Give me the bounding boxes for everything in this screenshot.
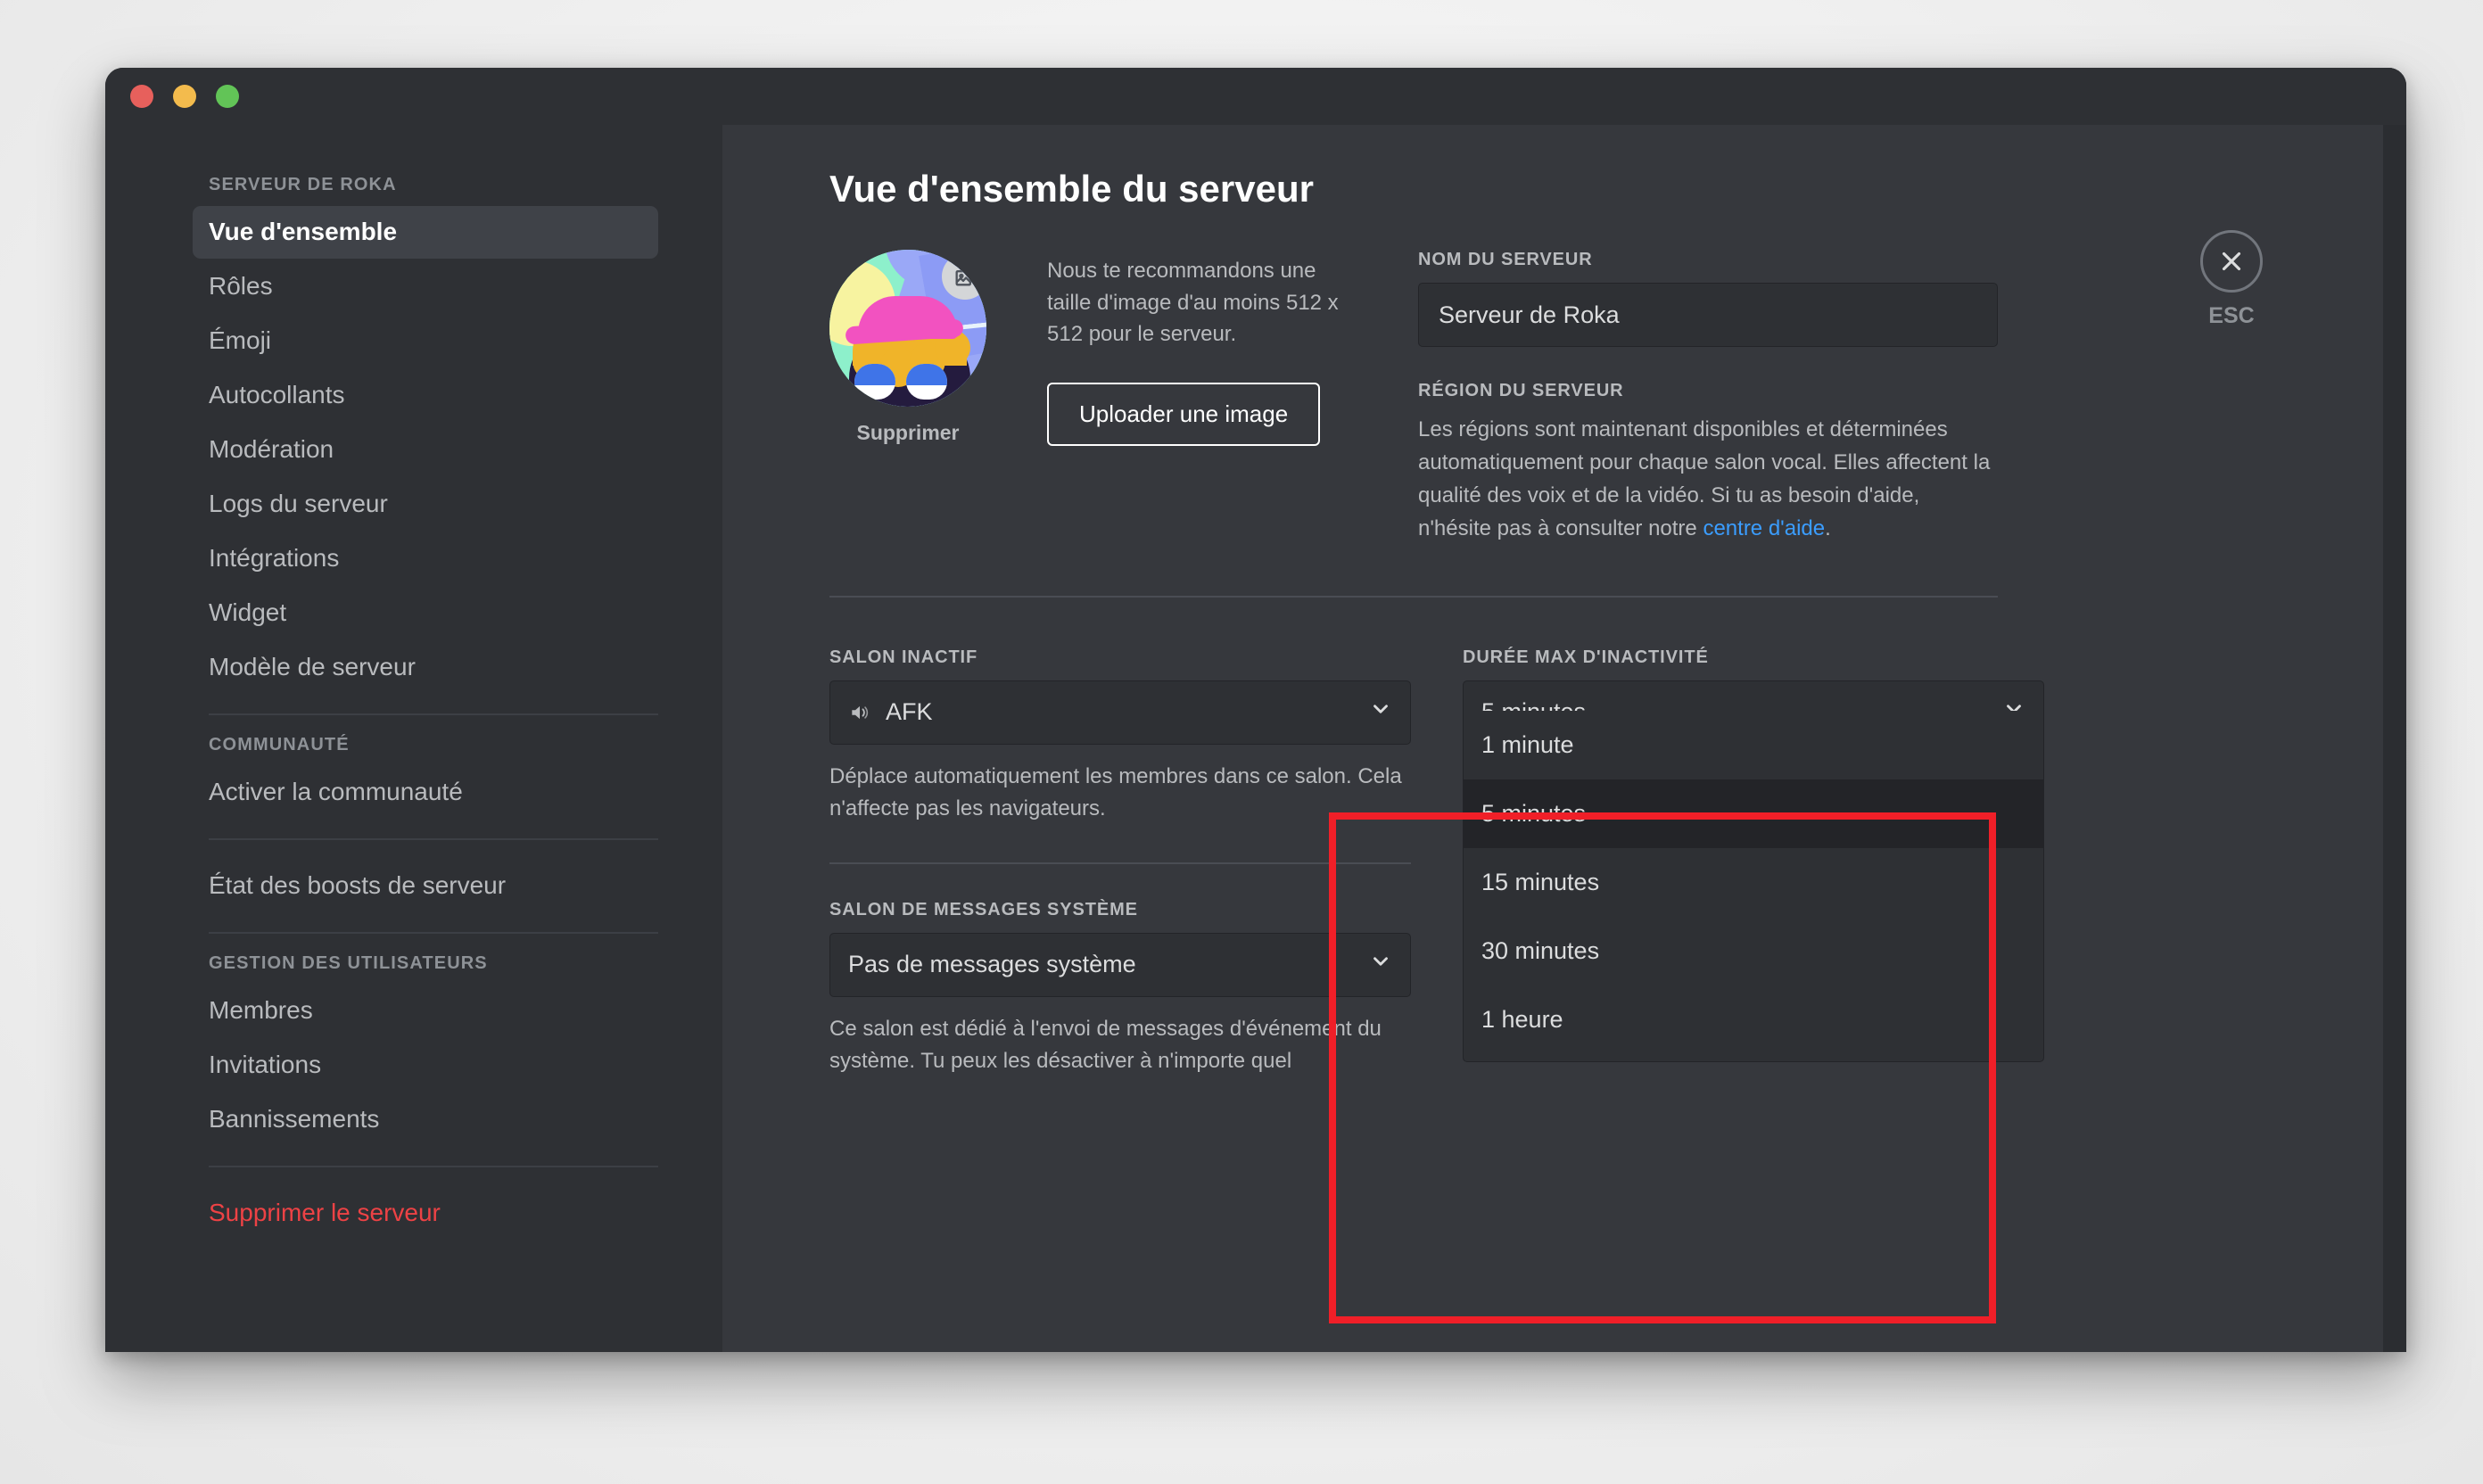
- chevron-down-icon: [1369, 697, 1392, 727]
- afk-timeout-option-15-minutes[interactable]: 15 minutes: [1464, 848, 2043, 917]
- sidebar-item-label: Logs du serveur: [209, 490, 388, 517]
- sidebar-item-label: Émoji: [209, 326, 272, 354]
- settings-window: SERVEUR DE ROKA Vue d'ensemble Rôles Émo…: [105, 68, 2406, 1352]
- minimize-window-button[interactable]: [173, 85, 196, 108]
- option-label: 1 minute: [1481, 730, 1574, 758]
- page-title: Vue d'ensemble du serveur: [829, 168, 1314, 210]
- traffic-lights: [130, 85, 239, 108]
- sidebar-item-label: Bannissements: [209, 1105, 380, 1133]
- sidebar-header-server: SERVEUR DE ROKA: [209, 175, 397, 194]
- afk-channel-label: SALON INACTIF: [829, 647, 978, 667]
- sidebar-item-label: Vue d'ensemble: [209, 218, 398, 245]
- overview-top-section: Supprimer Nous te recommandons une taill…: [829, 250, 2406, 546]
- server-name-label: NOM DU SERVEUR: [1418, 250, 1593, 269]
- sidebar-item-label: Autocollants: [209, 381, 345, 408]
- section-divider: [829, 595, 1998, 598]
- sidebar-item-server-boost-status[interactable]: État des boosts de serveur: [193, 860, 658, 912]
- server-name-region-section: NOM DU SERVEUR RÉGION DU SERVEUR Les rég…: [1418, 250, 1998, 546]
- server-region-description-suffix: .: [1825, 515, 1831, 540]
- system-messages-label: SALON DE MESSAGES SYSTÈME: [829, 899, 1138, 919]
- sidebar-item-label: Membres: [209, 996, 313, 1024]
- icon-upload-block: Nous te recommandons une taille d'image …: [1047, 250, 1341, 446]
- sidebar-item-label: Modération: [209, 435, 334, 463]
- server-region-description: Les régions sont maintenant disponibles …: [1418, 414, 1998, 546]
- sidebar-item-label: Intégrations: [209, 544, 340, 572]
- sidebar-header-user-management: GESTION DES UTILISATEURS: [209, 953, 488, 973]
- icon-size-recommendation: Nous te recommandons une taille d'image …: [1047, 259, 1339, 347]
- sidebar-item-bans[interactable]: Bannissements: [193, 1093, 658, 1146]
- settings-content: Vue d'ensemble du serveur Supprimer Nous…: [722, 68, 2406, 1352]
- sidebar-divider: [209, 713, 658, 715]
- sidebar-item-invites[interactable]: Invitations: [193, 1039, 658, 1092]
- afk-channel-value: AFK: [886, 698, 933, 726]
- afk-timeout-section: DURÉE MAX D'INACTIVITÉ 5 minutes 1 minut…: [1463, 647, 2044, 1077]
- afk-channel-select[interactable]: AFK: [829, 680, 1411, 745]
- sidebar-group-server: SERVEUR DE ROKA Vue d'ensemble Rôles Émo…: [105, 175, 690, 694]
- close-window-button[interactable]: [130, 85, 153, 108]
- option-label: 30 minutes: [1481, 936, 1600, 964]
- sidebar-group-community: COMMUNAUTÉ Activer la communauté État de…: [105, 735, 690, 912]
- afk-timeout-label: DURÉE MAX D'INACTIVITÉ: [1463, 647, 1709, 667]
- sidebar-item-members[interactable]: Membres: [193, 985, 658, 1037]
- option-label: 5 minutes: [1481, 799, 1587, 827]
- afk-channel-help: Déplace automatiquement les membres dans…: [829, 763, 1402, 820]
- sidebar-divider: [209, 838, 658, 840]
- sidebar-item-label: Modèle de serveur: [209, 653, 416, 680]
- sidebar-item-integrations[interactable]: Intégrations: [193, 532, 658, 585]
- system-messages-help: Ce salon est dédié à l'envoi de messages…: [829, 1016, 1382, 1073]
- system-messages-select[interactable]: Pas de messages système: [829, 932, 1411, 997]
- afk-timeout-option-5-minutes[interactable]: 5 minutes: [1464, 779, 2043, 848]
- afk-timeout-option-1-minute[interactable]: 1 minute: [1464, 711, 2043, 779]
- sidebar-item-delete-server[interactable]: Supprimer le serveur: [193, 1187, 658, 1240]
- afk-timeout-dropdown-menu: 1 minute 5 minutes 15 minutes 30 minutes…: [1463, 710, 2044, 1062]
- server-avatar[interactable]: [829, 250, 986, 407]
- settings-sidebar: SERVEUR DE ROKA Vue d'ensemble Rôles Émo…: [105, 68, 722, 1352]
- sidebar-item-label: Widget: [209, 598, 287, 626]
- upload-image-button[interactable]: Uploader une image: [1047, 382, 1321, 446]
- zoom-window-button[interactable]: [216, 85, 239, 108]
- sidebar-item-label: Invitations: [209, 1051, 322, 1078]
- afk-channel-section: SALON INACTIF AFK Déplace automatiquemen…: [829, 647, 1411, 1077]
- option-label: 1 heure: [1481, 1005, 1563, 1033]
- help-center-link[interactable]: centre d'aide: [1703, 516, 1825, 540]
- speaker-icon: [848, 701, 871, 724]
- server-name-input[interactable]: [1418, 283, 1998, 347]
- sidebar-item-label: Supprimer le serveur: [209, 1199, 441, 1226]
- sidebar-item-enable-community[interactable]: Activer la communauté: [193, 766, 658, 819]
- sidebar-item-audit-log[interactable]: Logs du serveur: [193, 478, 658, 531]
- sidebar-item-label: État des boosts de serveur: [209, 871, 507, 899]
- sidebar-item-emoji[interactable]: Émoji: [193, 315, 658, 367]
- sidebar-item-server-template[interactable]: Modèle de serveur: [193, 641, 658, 694]
- chevron-down-icon: [1369, 950, 1392, 979]
- sidebar-item-label: Rôles: [209, 272, 273, 300]
- close-icon: [2200, 230, 2263, 293]
- sidebar-divider: [209, 1166, 658, 1167]
- sidebar-header-community: COMMUNAUTÉ: [209, 735, 350, 754]
- sidebar-item-label: Activer la communauté: [209, 778, 463, 805]
- close-settings-button[interactable]: ESC: [2189, 230, 2274, 329]
- sidebar-group-user-management: GESTION DES UTILISATEURS Membres Invitat…: [105, 953, 690, 1146]
- sidebar-item-overview[interactable]: Vue d'ensemble: [193, 206, 658, 259]
- esc-label: ESC: [2208, 303, 2255, 328]
- sidebar-item-stickers[interactable]: Autocollants: [193, 369, 658, 422]
- remove-icon-button[interactable]: Supprimer: [829, 421, 986, 445]
- sidebar-item-widget[interactable]: Widget: [193, 587, 658, 639]
- sidebar-divider: [209, 932, 658, 934]
- image-upload-icon[interactable]: [942, 253, 986, 300]
- server-icon-section: Supprimer Nous te recommandons une taill…: [829, 250, 1418, 546]
- afk-timeout-option-30-minutes[interactable]: 30 minutes: [1464, 917, 2043, 985]
- section-divider: [829, 862, 1411, 864]
- window-titlebar: [105, 68, 2406, 125]
- server-region-label: RÉGION DU SERVEUR: [1418, 381, 1624, 400]
- afk-timeout-option-1-hour[interactable]: 1 heure: [1464, 985, 2043, 1054]
- option-label: 15 minutes: [1481, 868, 1600, 895]
- sidebar-item-moderation[interactable]: Modération: [193, 424, 658, 476]
- overview-bottom-section: SALON INACTIF AFK Déplace automatiquemen…: [829, 647, 2406, 1077]
- server-icon-block: Supprimer: [829, 250, 1004, 445]
- content-scrollbar[interactable]: [2383, 68, 2406, 1352]
- sidebar-item-roles[interactable]: Rôles: [193, 260, 658, 313]
- system-messages-value: Pas de messages système: [848, 951, 1136, 978]
